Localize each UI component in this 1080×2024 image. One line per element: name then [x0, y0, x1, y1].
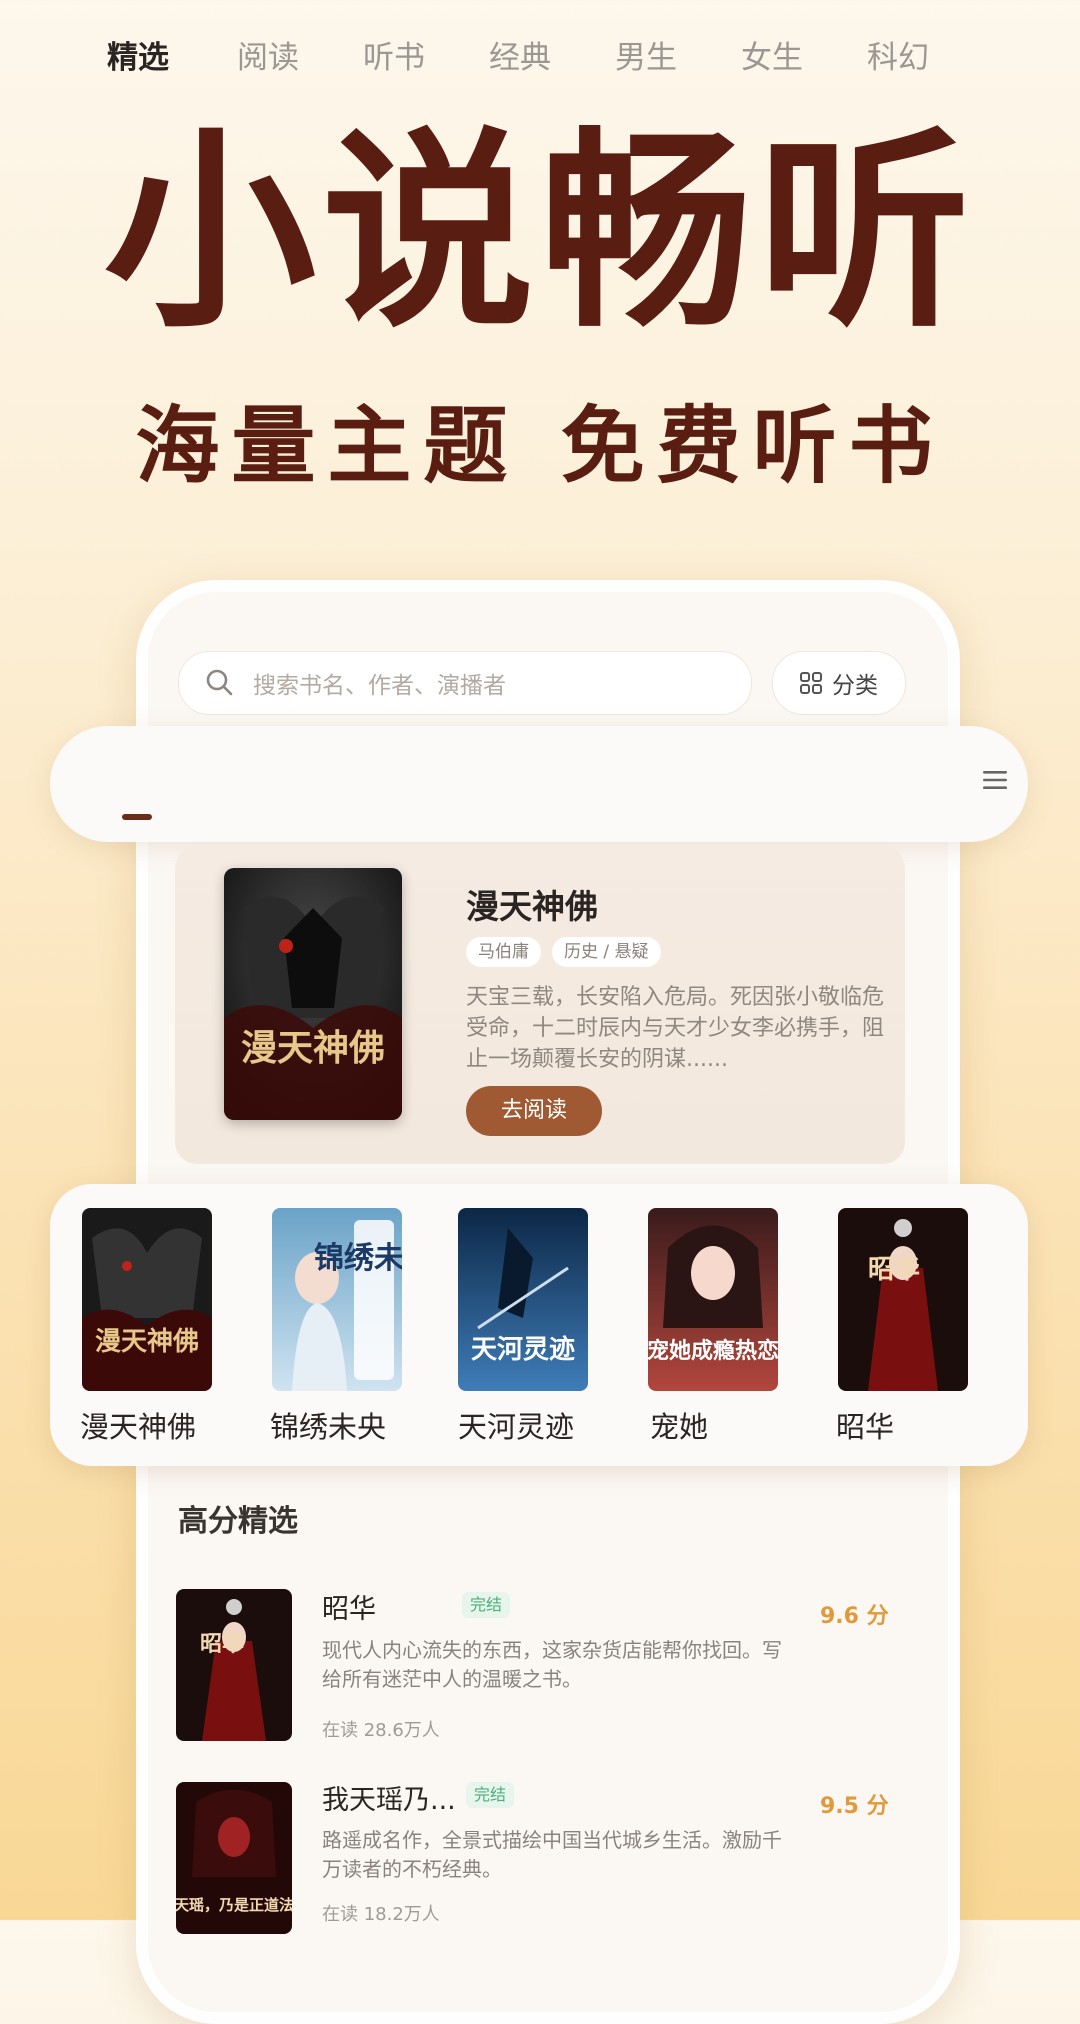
list-item-cover[interactable]: 昭华 [176, 1589, 292, 1741]
featured-book-cover[interactable]: 漫天神佛 [224, 868, 402, 1120]
shelf-book-cover[interactable]: 宠她成瘾热恋 [648, 1208, 778, 1391]
hero-title: 小说畅听 [104, 109, 976, 356]
shelf-book-title[interactable]: 漫天神佛 [80, 1404, 196, 1446]
shelf-book-title[interactable]: 宠她 [650, 1404, 708, 1446]
list-item-reading-count: 在读 18.2万人 [322, 1904, 440, 1925]
list-item-score: 9.5 分 [820, 1794, 889, 1819]
featured-author-tag: 马伯庸 [466, 937, 541, 967]
tab-audiobook[interactable]: 听书 [356, 0, 432, 116]
list-cover-text: 我天瑶，乃是正道法门 [176, 1896, 292, 1914]
featured-book-description: 天宝三载，长安陷入危局。死因张小敬临危受命，十二时辰内与天才少女李必携手，阻止一… [466, 985, 885, 1072]
status-badge: 完结 [466, 1782, 515, 1808]
shelf-cover-text: 天河灵迹 [471, 1334, 575, 1365]
shelf-book-title[interactable]: 天河灵迹 [458, 1404, 574, 1446]
shelf-book-cover[interactable]: 锦绣未央 [272, 1208, 402, 1391]
shelf-book-cover[interactable]: 昭华 [838, 1208, 968, 1391]
tab-featured[interactable]: 精选 [100, 0, 176, 116]
tab-active-indicator [122, 814, 152, 820]
list-item-description: 现代人内心流失的东西，这家杂货店能帮你找回。写给所有迷茫中人的温暖之书。 [322, 1638, 782, 1691]
grid-icon [800, 672, 822, 694]
category-button[interactable]: 分类 [772, 651, 906, 715]
shelf-book-cover[interactable]: 漫天神佛 [82, 1208, 212, 1391]
tab-reading[interactable]: 阅读 [230, 0, 306, 116]
featured-cover-text: 漫天神佛 [241, 1027, 385, 1069]
shelf-cover-text: 锦绣未央 [314, 1241, 402, 1276]
shelf-cover-text: 宠她成瘾热恋 [648, 1338, 778, 1364]
search-placeholder: 搜索书名、作者、演播者 [253, 673, 506, 699]
shelf-cover-text: 昭华 [868, 1254, 920, 1285]
shelf-book-title[interactable]: 锦绣未央 [270, 1404, 386, 1446]
search-bar[interactable]: 搜索书名、作者、演播者 [178, 651, 752, 715]
list-item-title[interactable]: 昭华 [322, 1587, 376, 1626]
status-badge: 完结 [462, 1592, 511, 1618]
hero-subtitle: 海量主题 免费听书 [135, 397, 945, 495]
search-icon [179, 666, 237, 700]
featured-book-title: 漫天神佛 [466, 887, 598, 926]
menu-icon[interactable] [982, 768, 1008, 792]
go-read-button[interactable]: 去阅读 [466, 1086, 602, 1136]
list-item-reading-count: 在读 28.6万人 [322, 1720, 440, 1741]
shelf-book-title[interactable]: 昭华 [836, 1404, 894, 1446]
tab-bar [50, 726, 1028, 842]
tab-scifi[interactable]: 科幻 [860, 0, 936, 116]
list-item-score: 9.6 分 [820, 1604, 889, 1629]
shelf-cover-text: 漫天神佛 [95, 1327, 199, 1357]
category-label: 分类 [832, 673, 878, 699]
tab-classic[interactable]: 经典 [482, 0, 558, 116]
list-item-title[interactable]: 我天瑶乃... [322, 1778, 456, 1817]
shelf-book-cover[interactable]: 天河灵迹 [458, 1208, 588, 1391]
list-item-cover[interactable]: 我天瑶，乃是正道法门 [176, 1782, 292, 1934]
featured-genre-tag: 历史 / 悬疑 [552, 937, 661, 967]
list-cover-text: 昭华 [200, 1631, 244, 1657]
tab-female[interactable]: 女生 [734, 0, 810, 116]
section-title: 高分精选 [178, 1504, 298, 1539]
list-item-description: 路遥成名作，全景式描绘中国当代城乡生活。激励千万读者的不朽经典。 [322, 1828, 782, 1881]
tab-male[interactable]: 男生 [608, 0, 684, 116]
